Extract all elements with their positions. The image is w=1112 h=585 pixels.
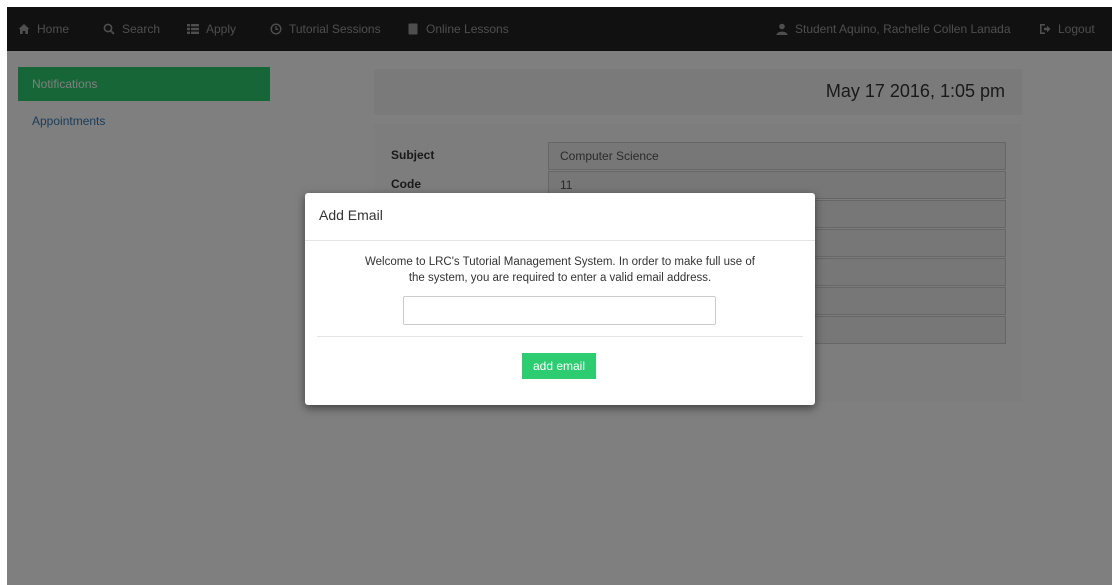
add-email-modal: Add Email Welcome to LRC's Tutorial Mana…: [305, 193, 815, 405]
modal-message: Welcome to LRC's Tutorial Management Sys…: [365, 256, 755, 284]
app-window: Home Search Apply Tutorial Sessions Onli…: [7, 7, 1112, 585]
divider: [317, 336, 803, 337]
email-field[interactable]: [403, 296, 716, 325]
divider: [305, 240, 815, 241]
add-email-button[interactable]: add email: [522, 353, 596, 379]
modal-title: Add Email: [319, 207, 383, 223]
